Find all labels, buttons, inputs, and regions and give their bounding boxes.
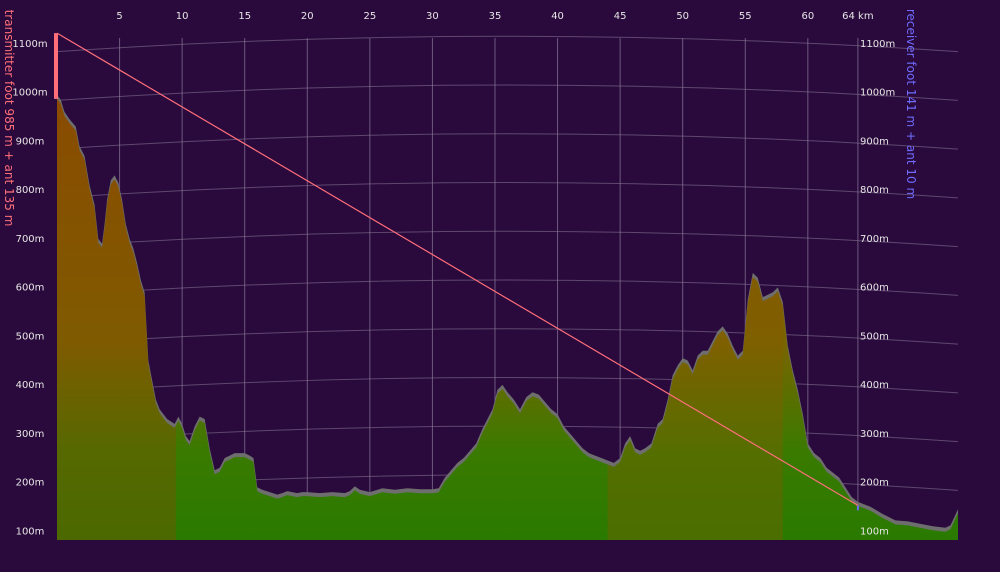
- y-tick-label-right: 600m: [860, 283, 889, 294]
- x-tick-label: 60: [801, 11, 814, 22]
- plot-bottom-margin: [0, 540, 1000, 572]
- y-tick-label-left: 600m: [16, 283, 45, 294]
- receiver-label: receiver foot 141 m + ant 10 m: [904, 9, 918, 199]
- x-tick-label: 25: [363, 11, 376, 22]
- y-tick-label-left: 200m: [16, 478, 45, 489]
- y-tick-label-right: 800m: [860, 185, 889, 196]
- y-tick-label-left: 700m: [16, 234, 45, 245]
- x-tick-label: 5: [116, 11, 122, 22]
- y-tick-label-left: 500m: [16, 331, 45, 342]
- y-tick-label-right: 200m: [860, 478, 889, 489]
- y-tick-label-left: 1100m: [12, 39, 47, 50]
- x-tick-label: 10: [176, 11, 189, 22]
- x-tick-label: 40: [551, 11, 564, 22]
- y-tick-label-right: 1000m: [860, 88, 895, 99]
- y-tick-label-right: 900m: [860, 136, 889, 147]
- x-tick-label: 55: [739, 11, 752, 22]
- y-tick-label-right: 700m: [860, 234, 889, 245]
- transmitter-label: transmitter foot 985 m + ant 135 m: [2, 10, 16, 227]
- y-tick-label-left: 900m: [16, 136, 45, 147]
- transmitter-antenna: [54, 33, 58, 99]
- x-tick-label: 50: [676, 11, 689, 22]
- x-tick-label: 20: [301, 11, 314, 22]
- x-tick-label: 15: [238, 11, 251, 22]
- y-tick-label-right: 500m: [860, 331, 889, 342]
- y-tick-label-right: 400m: [860, 380, 889, 391]
- terrain-profile-chart: 5 10 15 20 25 30 35 40 45 50 55 60 64 km 100m 100m 200m…: [0, 0, 1000, 572]
- x-tick-label: 45: [614, 11, 627, 22]
- y-tick-label-right: 1100m: [860, 39, 895, 50]
- y-tick-label-right: 300m: [860, 429, 889, 440]
- y-tick-label-left: 400m: [16, 380, 45, 391]
- y-tick-label-left: 100m: [16, 526, 45, 537]
- y-tick-label-right: 100m: [860, 526, 889, 537]
- y-tick-label-left: 300m: [16, 429, 45, 440]
- x-tick-label: 30: [426, 11, 439, 22]
- y-tick-label-left: 800m: [16, 185, 45, 196]
- x-tick-label: 35: [489, 11, 502, 22]
- receiver-antenna: [856, 505, 859, 511]
- x-tick-label: 64 km: [842, 11, 873, 22]
- y-tick-label-left: 1000m: [12, 88, 47, 99]
